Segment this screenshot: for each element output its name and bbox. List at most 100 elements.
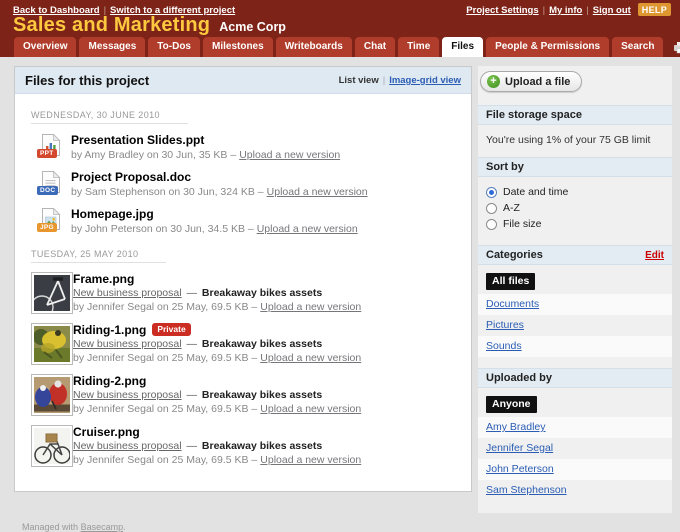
uploader-link-label[interactable]: Sam Stephenson: [486, 484, 567, 496]
header-nav-right: Project Settings | My info | Sign out HELP: [466, 3, 671, 16]
file-meta-text: by Jennifer Segal on 25 May, 69.5 KB –: [73, 352, 258, 364]
file-name-link[interactable]: Riding-1.png: [73, 323, 146, 337]
category-link[interactable]: New business proposal: [73, 389, 182, 401]
basecamp-link[interactable]: Basecamp: [81, 522, 124, 532]
project-heading: Sales and Marketing Acme Corp: [13, 14, 286, 37]
file-row: Riding-2.png New business proposal — Bre…: [31, 374, 455, 416]
file-icon-col: [31, 374, 73, 416]
tab-messages[interactable]: Messages: [79, 37, 146, 57]
file-date-group: TUESDAY, 25 MAY 2010 Frame.png New busin…: [30, 245, 455, 467]
uploader-sam-stephenson[interactable]: Sam Stephenson: [478, 480, 672, 501]
files-panel: Files for this project List view | Image-g…: [14, 66, 472, 492]
category-link-label[interactable]: Pictures: [486, 319, 524, 331]
upload-new-version-link[interactable]: Upload a new version: [239, 149, 340, 161]
category-documents[interactable]: Documents: [478, 294, 672, 315]
file-name-link[interactable]: Riding-2.png: [73, 374, 146, 388]
tab-time[interactable]: Time: [398, 37, 440, 57]
category-pictures[interactable]: Pictures: [478, 315, 672, 336]
uploader-john-peterson[interactable]: John Peterson: [478, 459, 672, 480]
radio-icon[interactable]: [486, 202, 497, 214]
project-settings-link[interactable]: Project Settings: [466, 5, 538, 16]
uploader-amy-bradley[interactable]: Amy Bradley: [478, 417, 672, 438]
doc-type-badge: DOC: [37, 186, 59, 195]
image-grid-view-link[interactable]: Image-grid view: [389, 75, 461, 86]
upload-file-button-label: Upload a file: [505, 75, 571, 88]
ppt-file-icon: PPT: [37, 133, 61, 158]
uploader-link-label[interactable]: Jennifer Segal: [486, 442, 553, 454]
tab-search[interactable]: Search: [612, 37, 664, 57]
file-meta: by Amy Bradley on 30 Jun, 35 KB – Upload …: [71, 149, 455, 161]
tab-milestones[interactable]: Milestones: [203, 37, 273, 57]
upload-new-version-link[interactable]: Upload a new version: [257, 223, 358, 235]
upload-new-version-link[interactable]: Upload a new version: [260, 403, 361, 415]
upload-new-version-link[interactable]: Upload a new version: [260, 301, 361, 313]
file-name-link[interactable]: Cruiser.png: [73, 425, 140, 439]
radio-selected-icon[interactable]: [486, 186, 497, 198]
doc-file-icon: DOC: [37, 170, 61, 195]
help-button[interactable]: HELP: [637, 3, 671, 16]
file-name-link[interactable]: Presentation Slides.ppt: [71, 133, 204, 147]
view-toggle: List view | Image-grid view: [339, 75, 461, 86]
file-row: PPT Presentation Slides.ppt by Amy Bradl…: [31, 133, 455, 161]
page-title: Sales and Marketing: [13, 14, 211, 36]
file-text-col: Frame.png New business proposal — Breaka…: [73, 272, 455, 314]
file-text-col: Cruiser.png New business proposal — Brea…: [73, 425, 455, 467]
uploader-link-label[interactable]: Amy Bradley: [486, 421, 546, 433]
radio-icon[interactable]: [486, 218, 497, 230]
private-badge: Private: [152, 323, 191, 336]
tab-chat[interactable]: Chat: [354, 37, 396, 57]
tab-files[interactable]: Files: [442, 37, 484, 57]
list-view-label: List view: [338, 75, 379, 86]
uploader-jennifer-segal[interactable]: Jennifer Segal: [478, 438, 672, 459]
uploader-link-label[interactable]: John Peterson: [486, 463, 554, 475]
file-meta-text: by Sam Stephenson on 30 Jun, 324 KB –: [71, 186, 264, 198]
file-name-link[interactable]: Project Proposal.doc: [71, 170, 191, 184]
cruiser-photo-thumbnail[interactable]: [31, 425, 73, 467]
categories-section-title: Categories: [486, 249, 543, 261]
printer-icon[interactable]: [673, 41, 680, 54]
description-separator: —: [186, 338, 197, 350]
category-link-label[interactable]: Sounds: [486, 340, 522, 352]
tab-people-permissions[interactable]: People & Permissions: [486, 37, 610, 57]
tab-writeboards[interactable]: Writeboards: [275, 37, 352, 57]
upload-new-version-link[interactable]: Upload a new version: [260, 352, 361, 364]
category-link[interactable]: New business proposal: [73, 338, 182, 350]
sign-out-link[interactable]: Sign out: [593, 5, 631, 16]
sidebar: + Upload a file File storage space You'r…: [478, 66, 672, 513]
file-name-link[interactable]: Homepage.jpg: [71, 207, 154, 221]
edit-categories-link[interactable]: Edit: [645, 250, 664, 261]
upload-new-version-link[interactable]: Upload a new version: [267, 186, 368, 198]
category-link[interactable]: New business proposal: [73, 287, 182, 299]
file-text-col: Riding-2.png New business proposal — Bre…: [73, 374, 455, 416]
file-icon-col: [30, 272, 73, 319]
category-all-files-selected[interactable]: All files: [478, 271, 672, 294]
uploader-anyone-selected[interactable]: Anyone: [478, 394, 672, 417]
file-row: Frame.png New business proposal — Breaka…: [30, 272, 455, 319]
file-meta-text: by Jennifer Segal on 25 May, 69.5 KB –: [73, 301, 258, 313]
sort-option-date[interactable]: Date and time: [486, 186, 664, 198]
sort-option-filesize[interactable]: File size: [486, 218, 664, 230]
content-area: Files for this project List view | Image-g…: [0, 57, 680, 513]
tab-todos[interactable]: To-Dos: [148, 37, 200, 57]
file-description: New business proposal — Breakaway bikes …: [73, 440, 455, 452]
tab-overview[interactable]: Overview: [14, 37, 77, 57]
upload-new-version-link[interactable]: Upload a new version: [260, 454, 361, 466]
sort-option-az[interactable]: A-Z: [486, 202, 664, 214]
my-info-link[interactable]: My info: [549, 5, 582, 16]
description-separator: —: [186, 287, 197, 299]
riding-2-photo-thumbnail[interactable]: [31, 374, 73, 416]
file-row: Cruiser.png New business proposal — Brea…: [31, 425, 455, 467]
riding-1-photo-thumbnail[interactable]: [31, 323, 73, 365]
category-sounds[interactable]: Sounds: [478, 336, 672, 357]
view-toggle-separator: |: [382, 75, 386, 86]
selected-filter-badge: All files: [486, 273, 536, 290]
storage-usage-text: You're using 1% of your 75 GB limit: [486, 134, 651, 146]
file-row: Riding-1.png Private New business proposa…: [31, 323, 455, 365]
bike-frame-photo-thumbnail[interactable]: [30, 272, 73, 319]
file-icon-col: DOC: [31, 170, 71, 198]
category-link[interactable]: New business proposal: [73, 440, 182, 452]
file-name-link[interactable]: Frame.png: [73, 272, 134, 286]
category-link-label[interactable]: Documents: [486, 298, 539, 310]
upload-file-button[interactable]: + Upload a file: [480, 71, 583, 92]
file-row: DOC Project Proposal.doc by Sam Stephens…: [31, 170, 455, 198]
